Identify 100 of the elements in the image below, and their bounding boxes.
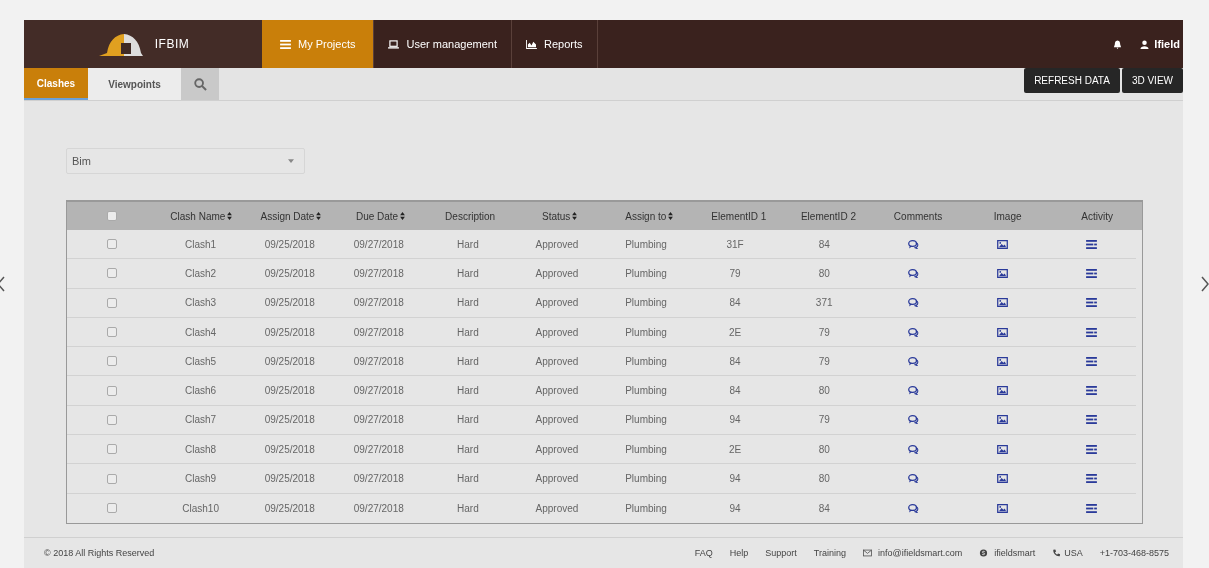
comments-icon[interactable]	[907, 298, 919, 308]
activity-list-icon[interactable]	[1085, 356, 1097, 366]
row-checkbox[interactable]	[106, 239, 117, 250]
table-cell: 09/27/2018	[353, 502, 404, 514]
activity-list-icon[interactable]	[1085, 474, 1097, 483]
table-cell: Hard	[457, 385, 479, 397]
comments-icon[interactable]	[907, 415, 919, 425]
table-cell: 79	[818, 414, 830, 426]
image-icon[interactable]	[996, 239, 1008, 249]
project-dropdown[interactable]: Bim	[66, 148, 305, 174]
image-icon[interactable]	[996, 474, 1008, 483]
activity-list-icon[interactable]	[1085, 268, 1097, 278]
comments-icon[interactable]	[907, 386, 919, 396]
row-checkbox[interactable]	[106, 473, 117, 484]
action-button[interactable]: REFRESH DATA	[1024, 68, 1120, 93]
table-cell: Plumbing	[625, 267, 667, 279]
row-checkbox[interactable]	[106, 414, 117, 425]
row-checkbox[interactable]	[106, 297, 117, 308]
column-header: Description	[445, 210, 496, 222]
table-cell: Hard	[457, 355, 479, 367]
email-link[interactable]: info@ifieldsmart.com	[878, 548, 963, 558]
table-cell: Hard	[457, 473, 479, 484]
image-icon[interactable]	[996, 298, 1008, 308]
comments-icon[interactable]	[907, 474, 919, 483]
table-cell: 80	[818, 473, 830, 484]
table-cell: Hard	[457, 502, 479, 514]
column-header[interactable]: Due Date	[355, 210, 406, 222]
activity-list-icon[interactable]	[1085, 415, 1097, 425]
comments-icon[interactable]	[907, 356, 919, 366]
activity-list-icon[interactable]	[1085, 327, 1097, 337]
activity-list-icon[interactable]	[1085, 386, 1097, 396]
table-cell: Clash5	[185, 355, 217, 367]
image-icon[interactable]	[996, 268, 1008, 278]
next-chevron-icon[interactable]	[1201, 276, 1209, 292]
image-icon[interactable]	[996, 444, 1008, 454]
footer-link[interactable]: Help	[729, 548, 749, 558]
footer-link[interactable]: Training	[813, 548, 846, 558]
table-cell: 09/25/2018	[264, 238, 315, 250]
column-header[interactable]: Status	[542, 210, 578, 222]
comments-icon[interactable]	[907, 327, 919, 337]
image-icon[interactable]	[996, 327, 1008, 337]
image-icon[interactable]	[996, 356, 1008, 366]
comments-icon[interactable]	[907, 444, 919, 454]
tab[interactable]: Viewpoints	[88, 68, 181, 100]
column-header[interactable]: Assign to	[625, 210, 674, 222]
table-cell: 79	[818, 355, 830, 367]
table-cell: Plumbing	[625, 326, 667, 338]
image-icon[interactable]	[996, 503, 1008, 513]
row-checkbox[interactable]	[106, 444, 117, 455]
table-cell: Clash10	[182, 502, 219, 514]
table-cell: Approved	[535, 502, 579, 514]
table-cell: Approved	[535, 473, 579, 484]
row-checkbox[interactable]	[106, 503, 117, 514]
phone-icon	[1052, 549, 1062, 557]
column-header[interactable]: Clash Name	[170, 210, 233, 222]
table-cell: Hard	[457, 443, 479, 455]
bell-icon[interactable]	[1113, 39, 1123, 49]
skype-link[interactable]: ifieldsmart	[994, 548, 1036, 558]
table-cell: 09/27/2018	[353, 443, 404, 455]
row-checkbox[interactable]	[106, 356, 117, 367]
table-cell: 84	[818, 502, 830, 514]
table-cell: Plumbing	[625, 297, 667, 309]
sort-icon	[668, 212, 674, 220]
footer-link[interactable]: FAQ	[694, 548, 713, 558]
list-icon	[280, 39, 291, 49]
activity-list-icon[interactable]	[1085, 298, 1097, 308]
search-button[interactable]	[181, 68, 219, 100]
table-cell: Clash6	[185, 385, 217, 397]
comments-icon[interactable]	[907, 268, 919, 278]
image-icon[interactable]	[996, 386, 1008, 396]
table-cell: Clash9	[185, 473, 217, 484]
table-cell: Clash4	[185, 326, 217, 338]
table-cell: Clash8	[185, 443, 217, 455]
activity-list-icon[interactable]	[1085, 239, 1097, 249]
footer-link[interactable]: Support	[765, 548, 797, 558]
table-cell: Plumbing	[625, 238, 667, 250]
column-header: ElementID 1	[711, 210, 767, 222]
table-cell: 09/25/2018	[264, 443, 315, 455]
table-cell: Plumbing	[625, 502, 667, 514]
country-text: USA	[1064, 548, 1083, 558]
row-checkbox[interactable]	[106, 327, 117, 338]
table-cell: 09/25/2018	[264, 385, 315, 397]
activity-list-icon[interactable]	[1085, 444, 1097, 454]
row-checkbox[interactable]	[106, 385, 117, 396]
user-menu[interactable]: Ifield	[1140, 38, 1180, 50]
table-cell: 79	[729, 267, 741, 279]
image-icon[interactable]	[996, 415, 1008, 425]
column-header[interactable]: Assign Date	[260, 210, 322, 222]
row-checkbox[interactable]	[106, 268, 117, 279]
table-cell: 09/27/2018	[353, 355, 404, 367]
table-cell: 371	[815, 297, 833, 309]
table-cell: 09/25/2018	[264, 326, 315, 338]
table-cell: 31F	[726, 238, 744, 250]
select-all-checkbox[interactable]	[106, 211, 117, 221]
activity-list-icon[interactable]	[1085, 503, 1097, 513]
action-button[interactable]: 3D VIEW	[1121, 68, 1183, 93]
table-cell: 2E	[729, 443, 742, 455]
table-cell: 84	[818, 238, 830, 250]
comments-icon[interactable]	[907, 503, 919, 513]
comments-icon[interactable]	[907, 239, 919, 249]
